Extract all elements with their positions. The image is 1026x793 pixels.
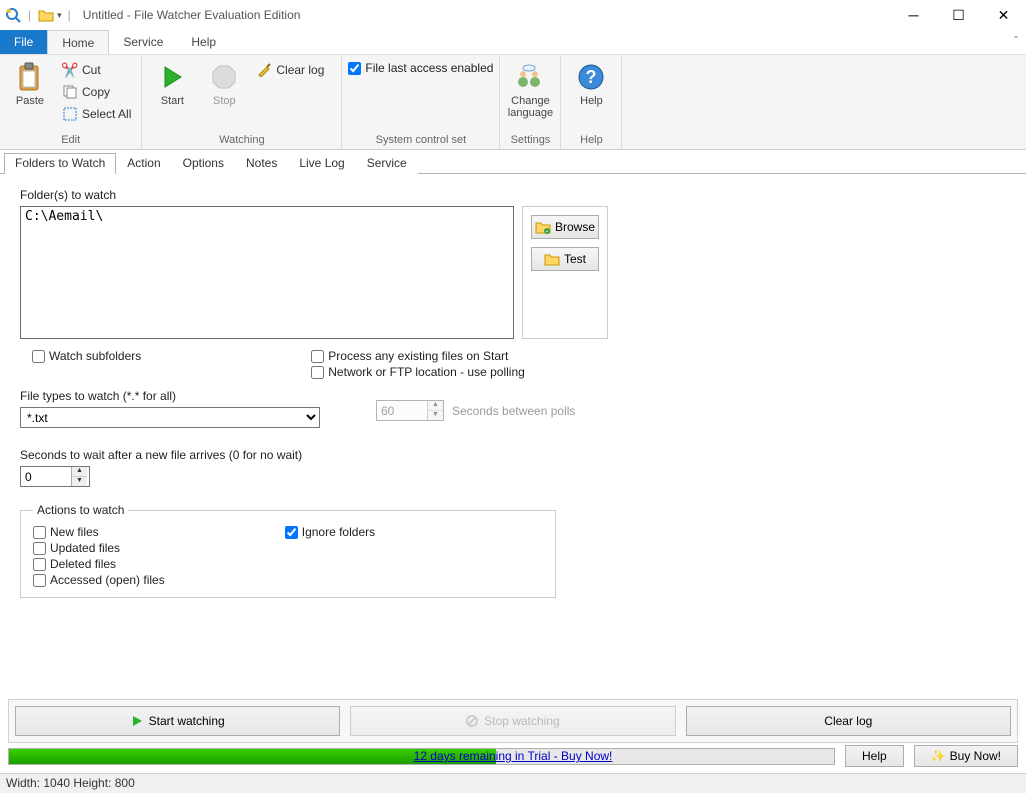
globe-persons-icon [514,61,546,93]
folder-add-icon: + [535,220,551,234]
help-icon: ? [575,61,607,93]
inner-tabs: Folders to Watch Action Options Notes Li… [0,152,1026,174]
help-button[interactable]: ? Help [567,59,615,109]
filetypes-label: File types to watch (*.* for all) [20,389,320,403]
poll-seconds-spinner: ▲▼ [376,400,444,421]
svg-text:?: ? [586,67,597,87]
folders-label: Folder(s) to watch [20,188,1006,202]
play-icon [156,61,188,93]
tab-inner-service[interactable]: Service [356,153,418,174]
watch-subfolders-checkbox[interactable]: Watch subfolders [32,349,141,363]
ribbon-collapse-icon[interactable]: ˆ [1014,34,1018,48]
updatedfiles-checkbox[interactable]: Updated files [33,541,165,555]
close-button[interactable]: ✕ [981,0,1026,30]
ribbon-group-watching: Start Stop Clear log Watching [142,55,342,149]
paste-icon [14,61,46,93]
stop-icon [466,715,478,727]
svg-text:+: + [546,229,549,234]
tab-help[interactable]: Help [177,30,230,54]
minimize-button[interactable]: ─ [891,0,936,30]
app-icon [4,6,22,24]
play-icon [131,715,143,727]
select-all-button[interactable]: Select All [58,103,135,125]
ribbon-group-system: File last access enabled System control … [342,55,500,149]
ribbon-group-help: ? Help Help [561,55,622,149]
process-existing-checkbox[interactable]: Process any existing files on Start [311,349,525,363]
clear-log-button[interactable]: Clear log [252,59,328,81]
qat-dropdown-icon[interactable]: ▾ [57,10,62,21]
ribbon-group-settings: Change language Settings [500,55,561,149]
tab-file[interactable]: File [0,30,47,54]
paste-button[interactable]: Paste [6,59,54,109]
deletedfiles-checkbox[interactable]: Deleted files [33,557,165,571]
poll-seconds-label: Seconds between polls [452,404,575,418]
start-button[interactable]: Start [148,59,196,109]
ribbon-tabs: File Home Service Help ˆ [0,30,1026,55]
qat-open-icon[interactable] [37,6,55,24]
file-last-access-checkbox[interactable]: File last access enabled [348,61,493,75]
change-language-button[interactable]: Change language [506,59,554,121]
broom-icon [256,62,272,78]
maximize-button[interactable]: ☐ [936,0,981,30]
tab-service[interactable]: Service [109,30,177,54]
test-button[interactable]: Test [531,247,599,271]
folder-buttons-panel: + Browse Test [522,206,608,339]
status-text: Width: 1040 Height: 800 [6,776,135,790]
status-bar: Width: 1040 Height: 800 [0,773,1026,793]
stop-watching-button: Stop watching [350,706,675,736]
ignorefolders-checkbox[interactable]: Ignore folders [285,525,375,539]
cut-button[interactable]: ✂️ Cut [58,59,135,81]
tab-folders-to-watch[interactable]: Folders to Watch [4,153,116,174]
stop-icon [208,61,240,93]
wait-seconds-spinner[interactable]: ▲▼ [20,466,90,487]
copy-icon [62,84,78,100]
tab-notes[interactable]: Notes [235,153,288,174]
filetypes-select[interactable]: *.txt [20,407,320,428]
window-title: Untitled - File Watcher Evaluation Editi… [83,8,301,22]
cut-icon: ✂️ [62,62,78,78]
newfiles-checkbox[interactable]: New files [33,525,165,539]
tab-home[interactable]: Home [47,30,109,54]
start-watching-button[interactable]: Start watching [15,706,340,736]
browse-button[interactable]: + Browse [531,215,599,239]
clear-log-bottom-button[interactable]: Clear log [686,706,1011,736]
ribbon-group-edit: Paste ✂️ Cut Copy Select All [0,55,142,149]
ribbon: Paste ✂️ Cut Copy Select All [0,55,1026,150]
accessedfiles-checkbox[interactable]: Accessed (open) files [33,573,165,587]
actions-to-watch-group: Actions to watch New files Updated files… [20,503,556,598]
bottom-action-bar: Start watching Stop watching Clear log [8,699,1018,743]
stop-button[interactable]: Stop [200,59,248,109]
select-all-icon [62,106,78,122]
wait-label: Seconds to wait after a new file arrives… [20,448,1006,462]
folders-input[interactable] [20,206,514,339]
title-bar: | ▾ | Untitled - File Watcher Evaluation… [0,0,1026,30]
folder-icon [544,252,560,266]
tab-live-log[interactable]: Live Log [288,153,355,174]
network-polling-checkbox[interactable]: Network or FTP location - use polling [311,365,525,379]
folders-panel: Folder(s) to watch + Browse Test Watch s… [0,174,1026,608]
tab-options[interactable]: Options [172,153,235,174]
trial-remaining-link[interactable]: 12 days remaining in Trial - Buy Now! [414,749,613,763]
copy-button[interactable]: Copy [58,81,135,103]
tab-action[interactable]: Action [116,153,171,174]
